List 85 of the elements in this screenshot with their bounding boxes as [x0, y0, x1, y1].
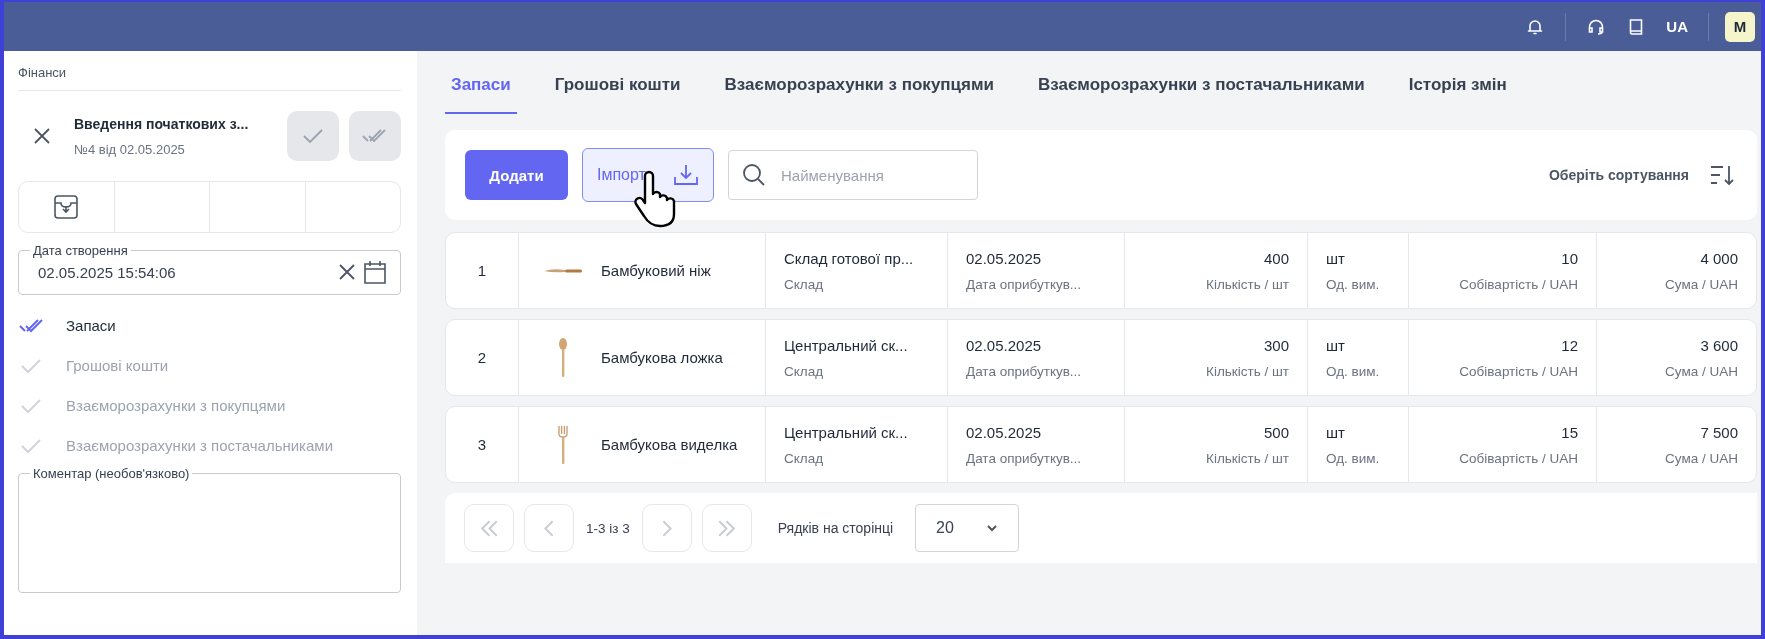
product-name: Бамбуковий ніж: [601, 262, 711, 279]
quantity-value: 500: [1263, 423, 1289, 441]
unit-value: шт: [1326, 336, 1346, 354]
spoon-drawing: [558, 337, 568, 378]
double-chevron-left-icon: [480, 519, 498, 537]
table-row[interactable]: 1 Бамбуковий ніж Склад готової пр... Склад 02.05.2025 Дата оприбуткув... 400 Кількість / шт шт Од. вим. 10 Собівартість / UAH 4 000 Сума / UAH: [445, 232, 1757, 309]
sum-value: 7 500: [1700, 423, 1738, 441]
tab[interactable]: Історія змін: [1402, 57, 1513, 114]
document-title: Введення початкових з...: [74, 115, 250, 132]
tab[interactable]: Грошові кошти: [548, 57, 687, 114]
cell-label: Од. вим.: [1326, 450, 1381, 466]
chevron-right-icon: [661, 519, 672, 537]
row-number: 1: [476, 261, 488, 281]
cell-label: Сума / UAH: [1665, 276, 1738, 292]
double-chevron-right-icon: [718, 519, 736, 537]
page-size-select[interactable]: 20: [915, 504, 1020, 552]
cell-label: Дата оприбуткув...: [966, 450, 1083, 466]
check-icon: [302, 128, 324, 144]
cell-label: Дата оприбуткув...: [966, 276, 1083, 292]
sum-value: 3 600: [1700, 336, 1738, 354]
date-value: 02.05.2025: [966, 249, 1043, 267]
chevron-down-icon: [986, 524, 999, 532]
row-number: 3: [476, 435, 488, 455]
cell-label: Сума / UAH: [1665, 363, 1738, 379]
table-row[interactable]: 2 Бамбукова ложка Центральний ск... Склад 02.05.2025 Дата оприбуткув... 300 Кількість / шт шт Од. вим. 12 Собівартість / UAH 3 600 Сума / UAH: [445, 319, 1757, 396]
product-name: Бамбукова ложка: [601, 349, 723, 366]
search-field[interactable]: Найменування: [728, 150, 978, 200]
search-icon: [742, 163, 766, 187]
double-check-icon: [18, 317, 46, 334]
cell-label: Склад: [784, 450, 825, 466]
tab[interactable]: Запаси: [445, 57, 517, 114]
creation-date-field[interactable]: Дата створення 02.05.2025 15:54:06: [18, 243, 401, 295]
cell-label: Кількість / шт: [1206, 450, 1289, 466]
sort-icon[interactable]: [1709, 163, 1735, 187]
page-range: 1-3 із 3: [586, 520, 630, 536]
fork-drawing: [558, 424, 568, 465]
cell-label: Склад: [784, 363, 825, 379]
chevron-left-icon: [544, 519, 554, 537]
cell-label: Собівартість / UAH: [1459, 363, 1578, 379]
language-button[interactable]: UA: [1666, 18, 1688, 35]
field-value: 02.05.2025 15:54:06: [37, 263, 177, 281]
unit-value: шт: [1326, 423, 1346, 441]
warehouse-name: Центральний ск...: [784, 336, 909, 354]
field-label: Дата створення: [32, 243, 129, 258]
cell-label: Дата оприбуткув...: [966, 363, 1083, 379]
clear-icon[interactable]: [338, 263, 356, 281]
sum-value: 4 000: [1700, 249, 1738, 267]
cell-label: Од. вим.: [1326, 363, 1381, 379]
step-item[interactable]: Запаси: [18, 313, 401, 338]
comment-field[interactable]: Коментар (необов'язково): [18, 466, 401, 593]
cost-value: 15: [1561, 423, 1578, 441]
download-icon: [673, 163, 699, 187]
rows-per-page-label: Рядків на сторінці: [777, 520, 894, 536]
unit-value: шт: [1326, 249, 1346, 267]
quantity-value: 400: [1263, 249, 1289, 267]
date-value: 02.05.2025: [966, 336, 1043, 354]
cell-label: Сума / UAH: [1665, 450, 1738, 466]
cell-label: Собівартість / UAH: [1459, 276, 1578, 292]
cost-value: 12: [1561, 336, 1578, 354]
cell-label: Склад: [784, 276, 825, 292]
tab[interactable]: Взаєморозрахунки з постачальниками: [1032, 57, 1371, 114]
tab[interactable]: Взаєморозрахунки з покупцями: [718, 57, 1000, 114]
field-label: Коментар (необов'язково): [32, 466, 191, 481]
double-check-icon: [361, 128, 389, 144]
breadcrumb[interactable]: Фінанси: [18, 61, 401, 91]
quantity-value: 300: [1263, 336, 1289, 354]
cell-label: Од. вим.: [1326, 276, 1381, 292]
table-row[interactable]: 3 Бамбукова виделка Центральний ск... Склад 02.05.2025 Дата оприбуткув... 500 Кількість / шт шт Од. вим. 15 Собівартість / UAH 7 500 Сума / UAH: [445, 406, 1757, 483]
row-number: 2: [476, 348, 488, 368]
cell-label: Кількість / шт: [1206, 276, 1289, 292]
add-button[interactable]: Додати: [465, 150, 568, 200]
user-avatar[interactable]: M: [1725, 11, 1755, 42]
warehouse-name: Центральний ск...: [784, 423, 909, 441]
close-icon[interactable]: [32, 126, 52, 146]
cell-label: Собівартість / UAH: [1459, 450, 1578, 466]
warehouse-name: Склад готової пр...: [784, 249, 915, 267]
tray-download-icon: [52, 194, 81, 220]
import-button[interactable]: Імпорт: [582, 148, 714, 202]
cell-label: Кількість / шт: [1206, 363, 1289, 379]
product-name: Бамбукова виделка: [601, 436, 738, 453]
document-subtitle: №4 від 02.05.2025: [74, 141, 186, 157]
sort-label[interactable]: Оберіть сортування: [1548, 167, 1689, 183]
calendar-icon[interactable]: [362, 259, 388, 285]
date-value: 02.05.2025: [966, 423, 1043, 441]
cost-value: 10: [1561, 249, 1578, 267]
